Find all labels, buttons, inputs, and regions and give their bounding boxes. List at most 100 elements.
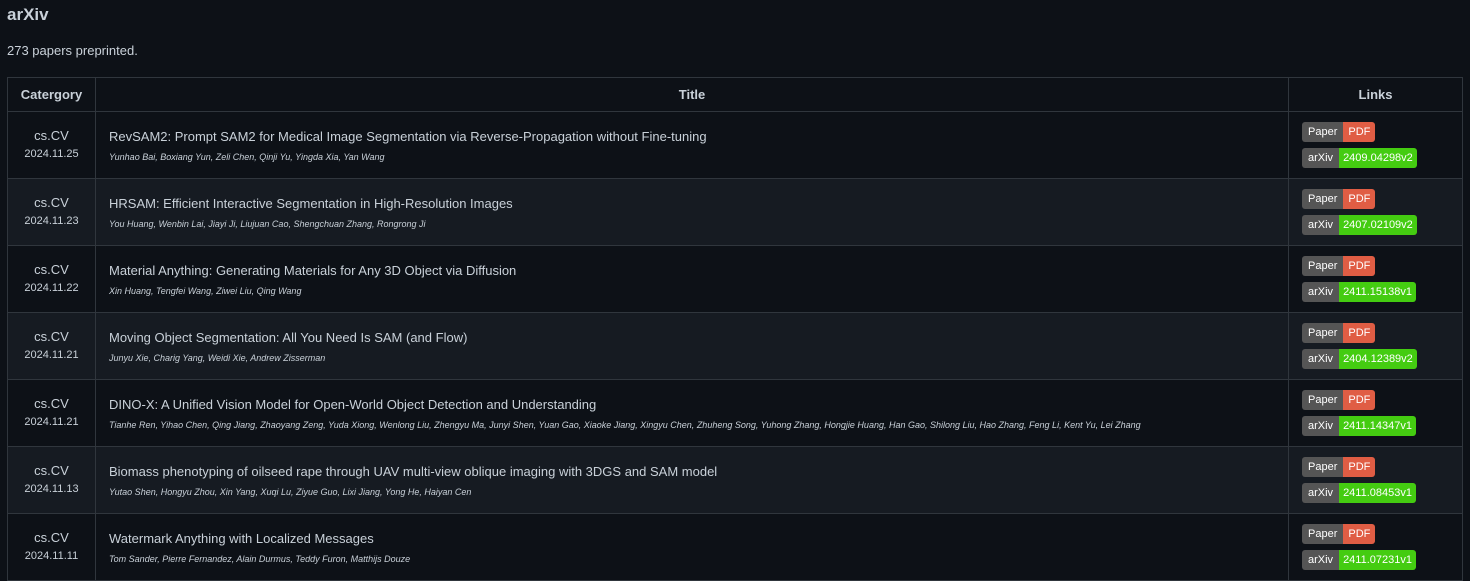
paper-badge-label: Paper (1302, 323, 1344, 343)
arxiv-id-label: 2409.04298v2 (1339, 148, 1417, 168)
paper-title[interactable]: HRSAM: Efficient Interactive Segmentatio… (109, 196, 1275, 212)
table-row: cs.CV 2024.11.25 RevSAM2: Prompt SAM2 fo… (7, 111, 1463, 179)
arxiv-badge[interactable]: arXiv 2411.07231v1 (1302, 550, 1416, 570)
pdf-badge-label: PDF (1343, 524, 1376, 544)
arxiv-badge-label: arXiv (1302, 282, 1340, 302)
paper-pdf-badge[interactable]: Paper PDF (1302, 189, 1376, 209)
paper-authors: Yutao Shen, Hongyu Zhou, Xin Yang, Xuqi … (109, 486, 472, 497)
paper-badge-label: Paper (1302, 390, 1344, 410)
paper-date: 2024.11.22 (24, 282, 79, 294)
title-cell: HRSAM: Efficient Interactive Segmentatio… (95, 178, 1289, 246)
paper-title[interactable]: Moving Object Segmentation: All You Need… (109, 330, 1275, 346)
category-cell: cs.CV 2024.11.23 (7, 178, 96, 246)
paper-badge-label: Paper (1302, 524, 1344, 544)
arxiv-badge[interactable]: arXiv 2404.12389v2 (1302, 349, 1417, 369)
category-code: cs.CV (34, 128, 69, 143)
page-title: arXiv (7, 5, 49, 24)
paper-authors: Tianhe Ren, Yihao Chen, Qing Jiang, Zhao… (109, 419, 1141, 430)
links-cell: Paper PDF arXiv 2407.02109v2 (1288, 178, 1463, 246)
links-cell: Paper PDF arXiv 2411.15138v1 (1288, 245, 1463, 313)
paper-count-text: 273 papers preprinted. (7, 43, 138, 58)
paper-pdf-badge[interactable]: Paper PDF (1302, 323, 1376, 343)
links-cell: Paper PDF arXiv 2409.04298v2 (1288, 111, 1463, 179)
paper-date: 2024.11.21 (24, 349, 79, 361)
arxiv-badge-label: arXiv (1302, 483, 1340, 503)
paper-title[interactable]: Watermark Anything with Localized Messag… (109, 531, 1275, 547)
paper-title[interactable]: RevSAM2: Prompt SAM2 for Medical Image S… (109, 129, 1275, 145)
paper-date: 2024.11.25 (24, 148, 79, 160)
table-row: cs.CV 2024.11.13 Biomass phenotyping of … (7, 446, 1463, 514)
title-cell: Material Anything: Generating Materials … (95, 245, 1289, 313)
paper-date: 2024.11.21 (24, 416, 79, 428)
arxiv-id-label: 2404.12389v2 (1339, 349, 1417, 369)
header-links: Links (1288, 77, 1463, 112)
pdf-badge-label: PDF (1343, 122, 1376, 142)
pdf-badge-label: PDF (1343, 256, 1376, 276)
paper-title[interactable]: DINO-X: A Unified Vision Model for Open-… (109, 397, 1275, 413)
category-cell: cs.CV 2024.11.13 (7, 446, 96, 514)
paper-badge-label: Paper (1302, 457, 1344, 477)
title-cell: Biomass phenotyping of oilseed rape thro… (95, 446, 1289, 514)
table-row: cs.CV 2024.11.23 HRSAM: Efficient Intera… (7, 178, 1463, 246)
paper-badge-label: Paper (1302, 122, 1344, 142)
paper-title[interactable]: Biomass phenotyping of oilseed rape thro… (109, 464, 1275, 480)
paper-date: 2024.11.13 (24, 483, 79, 495)
arxiv-id-label: 2411.08453v1 (1339, 483, 1416, 503)
paper-authors: Junyu Xie, Charig Yang, Weidi Xie, Andre… (109, 352, 326, 363)
links-cell: Paper PDF arXiv 2411.08453v1 (1288, 446, 1463, 514)
arxiv-badge[interactable]: arXiv 2411.08453v1 (1302, 483, 1416, 503)
arxiv-badge[interactable]: arXiv 2411.15138v1 (1302, 282, 1416, 302)
category-cell: cs.CV 2024.11.11 (7, 513, 96, 581)
arxiv-badge[interactable]: arXiv 2409.04298v2 (1302, 148, 1417, 168)
paper-badge-label: Paper (1302, 189, 1344, 209)
pdf-badge-label: PDF (1343, 189, 1376, 209)
pdf-badge-label: PDF (1343, 457, 1376, 477)
category-code: cs.CV (34, 396, 69, 411)
links-cell: Paper PDF arXiv 2404.12389v2 (1288, 312, 1463, 380)
title-cell: Watermark Anything with Localized Messag… (95, 513, 1289, 581)
paper-authors: You Huang, Wenbin Lai, Jiayi Ji, Liujuan… (109, 218, 426, 229)
category-code: cs.CV (34, 463, 69, 478)
arxiv-id-label: 2411.07231v1 (1339, 550, 1416, 570)
category-cell: cs.CV 2024.11.22 (7, 245, 96, 313)
arxiv-badge-label: arXiv (1302, 416, 1340, 436)
paper-pdf-badge[interactable]: Paper PDF (1302, 524, 1376, 544)
table-row: cs.CV 2024.11.21 Moving Object Segmentat… (7, 312, 1463, 380)
links-cell: Paper PDF arXiv 2411.14347v1 (1288, 379, 1463, 447)
table-row: cs.CV 2024.11.11 Watermark Anything with… (7, 513, 1463, 581)
arxiv-badge[interactable]: arXiv 2411.14347v1 (1302, 416, 1416, 436)
category-cell: cs.CV 2024.11.21 (7, 312, 96, 380)
pdf-badge-label: PDF (1343, 323, 1376, 343)
paper-pdf-badge[interactable]: Paper PDF (1302, 256, 1376, 276)
paper-title[interactable]: Material Anything: Generating Materials … (109, 263, 1275, 279)
category-code: cs.CV (34, 195, 69, 210)
arxiv-id-label: 2407.02109v2 (1339, 215, 1417, 235)
paper-pdf-badge[interactable]: Paper PDF (1302, 122, 1376, 142)
paper-authors: Xin Huang, Tengfei Wang, Ziwei Liu, Qing… (109, 285, 302, 296)
arxiv-badge-label: arXiv (1302, 148, 1340, 168)
arxiv-id-label: 2411.15138v1 (1339, 282, 1416, 302)
paper-date: 2024.11.23 (24, 215, 79, 227)
table-row: cs.CV 2024.11.21 DINO-X: A Unified Visio… (7, 379, 1463, 447)
header-category: Catergory (7, 77, 96, 112)
table-header-row: Catergory Title Links (7, 77, 1463, 112)
category-cell: cs.CV 2024.11.25 (7, 111, 96, 179)
arxiv-id-label: 2411.14347v1 (1339, 416, 1416, 436)
paper-pdf-badge[interactable]: Paper PDF (1302, 457, 1376, 477)
paper-authors: Yunhao Bai, Boxiang Yun, Zeli Chen, Qinj… (109, 151, 385, 162)
title-cell: Moving Object Segmentation: All You Need… (95, 312, 1289, 380)
paper-pdf-badge[interactable]: Paper PDF (1302, 390, 1376, 410)
papers-table: Catergory Title Links cs.CV 2024.11.25 R… (7, 77, 1463, 581)
header-title: Title (95, 77, 1289, 112)
paper-authors: Tom Sander, Pierre Fernandez, Alain Durm… (109, 553, 411, 564)
paper-date: 2024.11.11 (24, 550, 79, 562)
pdf-badge-label: PDF (1343, 390, 1376, 410)
category-cell: cs.CV 2024.11.21 (7, 379, 96, 447)
arxiv-badge-label: arXiv (1302, 215, 1340, 235)
table-row: cs.CV 2024.11.22 Material Anything: Gene… (7, 245, 1463, 313)
category-code: cs.CV (34, 329, 69, 344)
title-cell: RevSAM2: Prompt SAM2 for Medical Image S… (95, 111, 1289, 179)
arxiv-badge[interactable]: arXiv 2407.02109v2 (1302, 215, 1417, 235)
title-cell: DINO-X: A Unified Vision Model for Open-… (95, 379, 1289, 447)
arxiv-badge-label: arXiv (1302, 550, 1340, 570)
